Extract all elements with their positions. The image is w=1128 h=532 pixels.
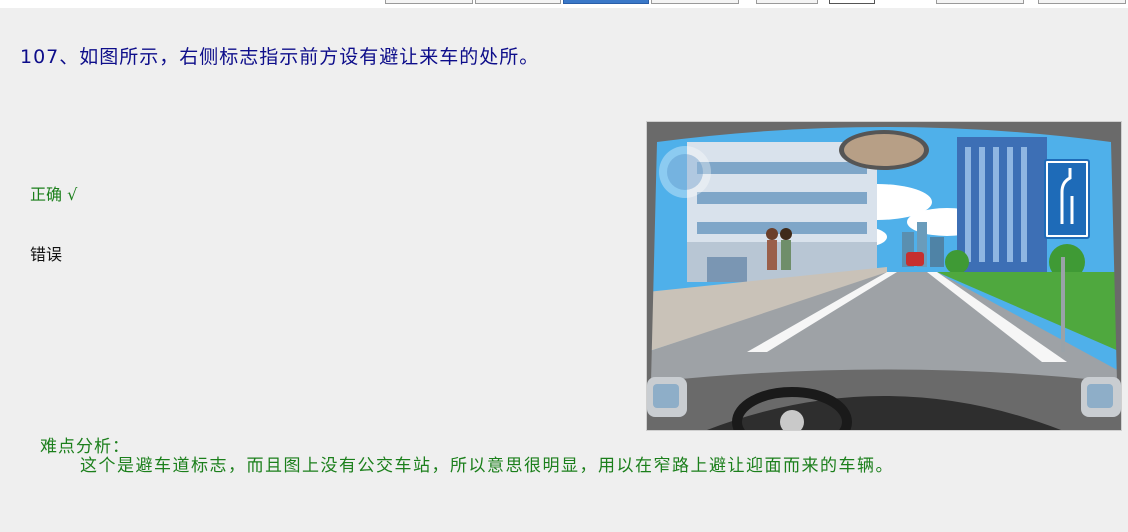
question-panel: 107、如图所示，右侧标志指示前方设有避让来车的处所。 正确 √ 错误 难点分析…: [0, 8, 1128, 532]
toolbar-button-6[interactable]: [936, 0, 1024, 4]
toolbar-button-1[interactable]: [385, 0, 473, 4]
toolbar-button-5[interactable]: [756, 0, 818, 4]
question-illustration: [646, 121, 1122, 431]
toolbar-button-3[interactable]: [563, 0, 649, 4]
check-mark-icon: √: [67, 185, 78, 204]
analysis-body: 这个是避车道标志，而且图上没有公交车站，所以意思很明显，用以在窄路上避让迎面而来…: [80, 456, 894, 476]
toolbar-button-2[interactable]: [475, 0, 561, 4]
toolbar-button-4[interactable]: [651, 0, 739, 4]
toolbar-page-input[interactable]: [829, 0, 875, 4]
answer-option-wrong[interactable]: 错误: [30, 241, 62, 265]
toolbar-button-7[interactable]: [1038, 0, 1126, 4]
question-body: 、如图所示，右侧标志指示前方设有避让来车的处所。: [59, 46, 540, 68]
answer-correct-label: 正确: [30, 185, 63, 204]
top-toolbar-strip: [0, 0, 1128, 8]
question-text: 107、如图所示，右侧标志指示前方设有避让来车的处所。: [20, 42, 539, 69]
answer-option-correct[interactable]: 正确 √: [30, 181, 77, 205]
question-number: 107: [20, 46, 60, 68]
answer-wrong-label: 错误: [30, 245, 63, 264]
